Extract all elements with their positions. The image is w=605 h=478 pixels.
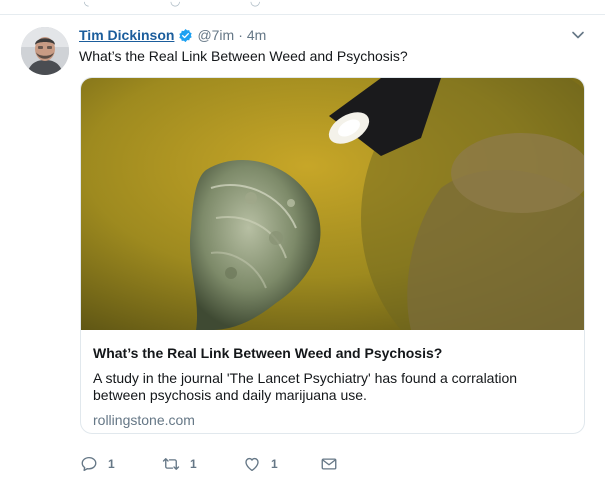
tweet-text: What’s the Real Link Between Weed and Ps… xyxy=(79,48,408,64)
retweet-button[interactable]: 1 xyxy=(162,454,197,474)
retweet-count: 1 xyxy=(190,457,197,471)
heart-icon xyxy=(245,457,259,472)
chevron-down-icon[interactable] xyxy=(571,30,585,40)
tweet-timestamp[interactable]: 4m xyxy=(247,27,266,43)
separator-dot: · xyxy=(238,27,243,43)
card-domain: rollingstone.com xyxy=(93,412,195,428)
like-count: 1 xyxy=(271,457,278,471)
card-image[interactable] xyxy=(81,78,584,330)
envelope-icon xyxy=(321,458,337,470)
author-handle[interactable]: @7im xyxy=(197,27,234,43)
reply-icon xyxy=(81,456,97,472)
reply-icon[interactable]: ◟ xyxy=(84,0,89,8)
direct-message-button[interactable] xyxy=(320,454,338,474)
reply-button[interactable]: 1 xyxy=(80,454,115,474)
tweet-divider xyxy=(0,14,605,15)
tweet-timeline: ◟ ◡ ◡ ⌒ Tim Dickinson @7im · 4m What’s t… xyxy=(0,0,605,478)
link-preview-card[interactable]: What’s the Real Link Between Weed and Ps… xyxy=(80,77,585,434)
verified-badge-icon xyxy=(179,28,193,43)
envelope-icon[interactable]: ⌒ xyxy=(318,0,330,11)
card-title[interactable]: What’s the Real Link Between Weed and Ps… xyxy=(93,344,572,362)
previous-tweet-actions: ◟ ◡ ◡ ⌒ xyxy=(80,0,600,10)
heart-icon[interactable]: ◡ xyxy=(250,0,260,8)
tweet-actions: 1 1 1 xyxy=(80,454,350,474)
tweet-header: Tim Dickinson @7im · 4m xyxy=(79,26,266,44)
card-description: A study in the journal 'The Lancet Psych… xyxy=(93,370,518,403)
like-button[interactable]: 1 xyxy=(243,454,278,474)
reply-count: 1 xyxy=(108,457,115,471)
retweet-icon[interactable]: ◡ xyxy=(170,0,180,8)
avatar-photo xyxy=(21,27,69,75)
author-name[interactable]: Tim Dickinson xyxy=(79,27,174,43)
card-body: What’s the Real Link Between Weed and Ps… xyxy=(81,330,584,429)
avatar[interactable] xyxy=(21,27,69,75)
retweet-icon xyxy=(162,458,180,470)
